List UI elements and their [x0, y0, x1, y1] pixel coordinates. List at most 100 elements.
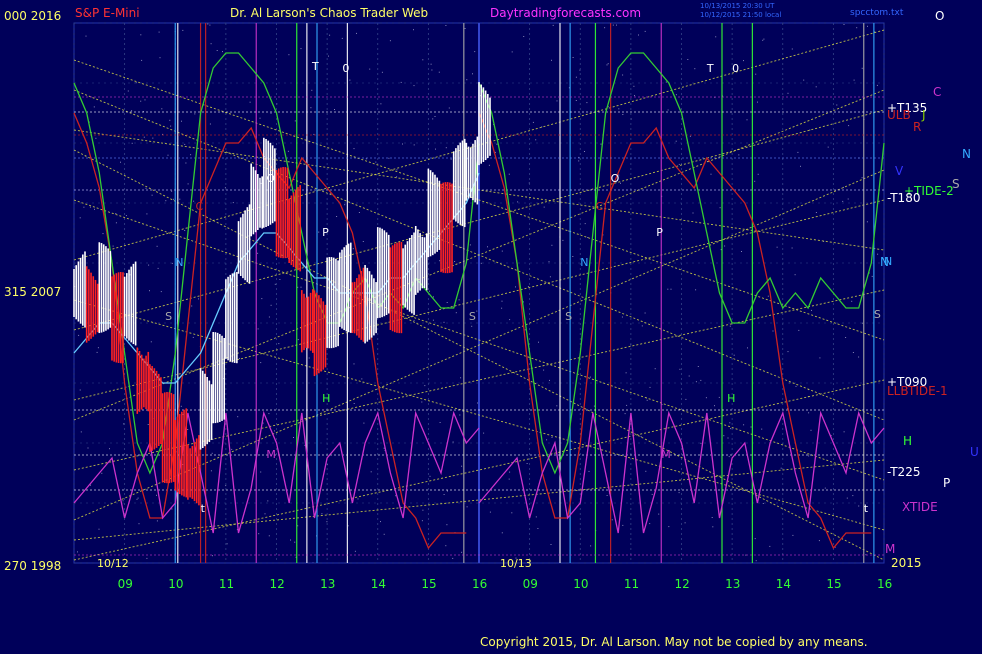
- star: [861, 177, 863, 179]
- star: [222, 51, 223, 53]
- star: [626, 404, 628, 406]
- star: [787, 351, 789, 353]
- star: [150, 341, 152, 343]
- star: [434, 116, 436, 117]
- star: [140, 100, 142, 102]
- top-left-price-label: 000 2016: [4, 9, 61, 23]
- star: [501, 300, 503, 302]
- star: [326, 521, 328, 523]
- star: [279, 279, 281, 280]
- star: [131, 110, 133, 112]
- star: [318, 231, 320, 233]
- star: [179, 198, 181, 200]
- planet-marker: H: [322, 392, 330, 405]
- star: [472, 73, 473, 75]
- star: [226, 543, 228, 545]
- star: [439, 260, 441, 262]
- star: [684, 522, 686, 524]
- star: [515, 286, 516, 288]
- star: [488, 164, 490, 166]
- star: [743, 424, 745, 426]
- star: [795, 385, 797, 387]
- star: [847, 198, 849, 200]
- star: [209, 24, 211, 26]
- star: [600, 143, 602, 145]
- star: [181, 120, 182, 122]
- planet-marker: t: [864, 502, 869, 515]
- star: [460, 377, 462, 379]
- star: [268, 535, 270, 537]
- x-tick-label: 12: [675, 577, 690, 591]
- planet-marker: C: [595, 200, 603, 213]
- planet-marker: T: [706, 62, 714, 75]
- star: [858, 505, 860, 507]
- star: [170, 125, 172, 127]
- star: [149, 290, 150, 292]
- star: [856, 27, 858, 29]
- star: [719, 207, 721, 209]
- star: [190, 154, 192, 156]
- star: [445, 545, 447, 547]
- star: [798, 329, 800, 331]
- star: [300, 286, 302, 288]
- star: [152, 137, 154, 139]
- star: [586, 102, 588, 104]
- star: [700, 379, 702, 381]
- planet-marker: M: [661, 448, 671, 461]
- star: [824, 487, 826, 489]
- star: [620, 182, 621, 184]
- star: [198, 298, 199, 300]
- star: [621, 316, 623, 318]
- star: [402, 143, 403, 145]
- star: [448, 107, 450, 109]
- star: [137, 497, 139, 499]
- star: [754, 538, 756, 540]
- star: [78, 334, 80, 336]
- star: [261, 298, 263, 300]
- date-label-day2: 10/13: [500, 557, 532, 570]
- star: [654, 368, 656, 370]
- star: [430, 63, 432, 65]
- star: [288, 54, 290, 56]
- star: [877, 253, 879, 255]
- star: [762, 503, 764, 504]
- star: [413, 320, 415, 322]
- star: [268, 413, 270, 415]
- star: [270, 304, 272, 306]
- star: [308, 357, 310, 359]
- star: [604, 27, 606, 29]
- star: [328, 55, 329, 57]
- timestamp-line1: 10/13/2015 20:30 UT: [700, 2, 775, 10]
- star: [369, 68, 371, 70]
- planet-marker: T: [311, 60, 319, 73]
- star: [413, 29, 414, 31]
- star: [87, 447, 89, 449]
- star: [249, 101, 251, 103]
- star: [77, 551, 78, 553]
- star: [469, 244, 471, 246]
- right-label: N: [880, 255, 889, 269]
- star: [827, 146, 829, 148]
- star: [454, 261, 456, 262]
- star: [538, 341, 539, 343]
- star: [511, 512, 513, 514]
- star: [549, 379, 550, 381]
- star: [645, 470, 647, 472]
- star: [375, 161, 377, 163]
- star: [352, 248, 354, 250]
- star: [264, 513, 266, 515]
- star: [89, 206, 91, 208]
- star: [151, 194, 153, 196]
- right-label: -T225: [887, 465, 920, 479]
- star: [562, 239, 564, 241]
- star: [421, 401, 423, 403]
- star: [549, 276, 551, 278]
- star: [679, 368, 681, 370]
- star: [767, 295, 769, 297]
- star: [622, 114, 624, 115]
- star: [131, 142, 133, 144]
- star: [145, 187, 147, 189]
- star: [184, 230, 186, 231]
- star: [787, 92, 789, 94]
- star: [584, 223, 586, 225]
